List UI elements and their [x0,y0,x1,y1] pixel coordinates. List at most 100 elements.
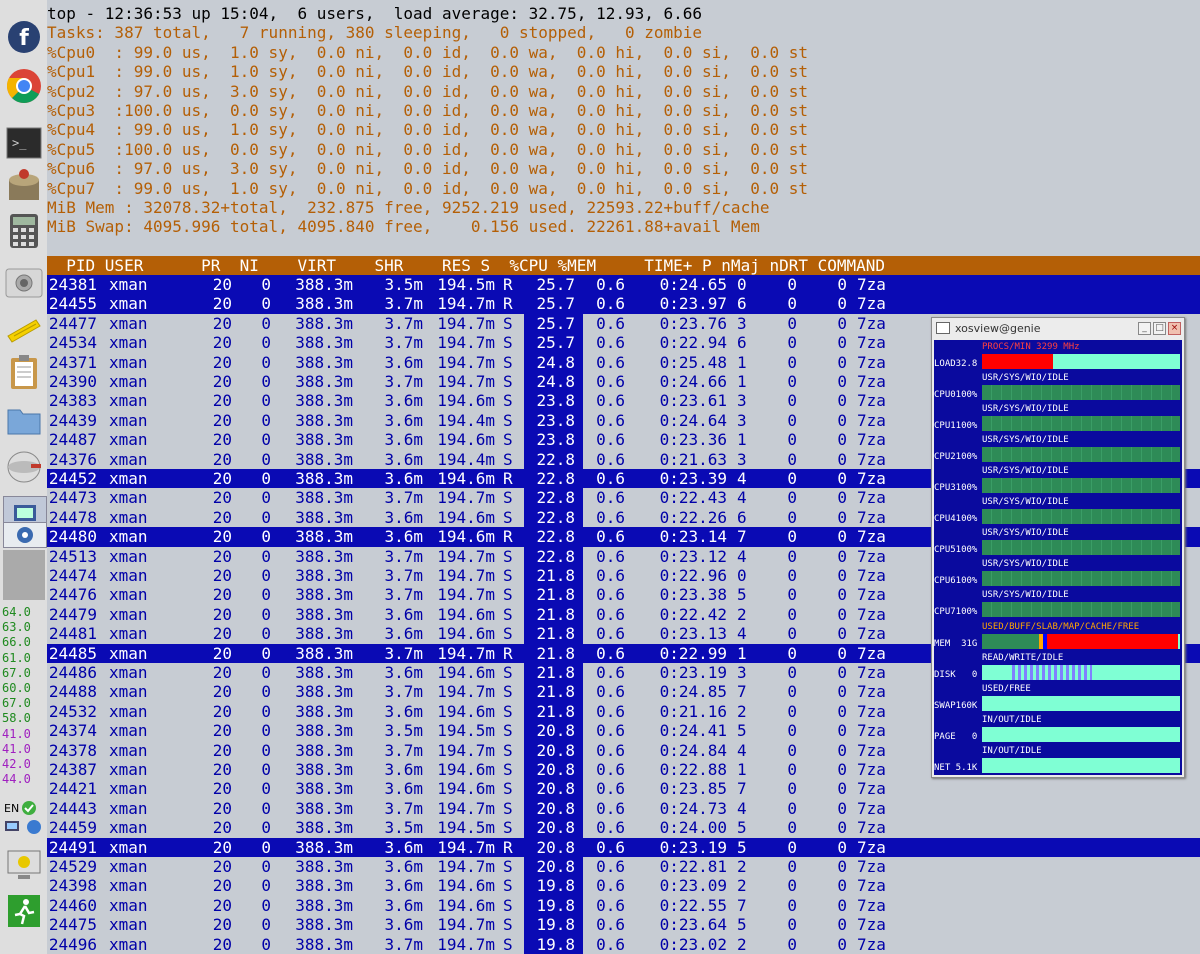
process-pr-cell: 20 [212,604,232,624]
process-ndrt-cell: 0 [837,585,847,605]
terminal-icon[interactable]: >_ [3,126,45,160]
cpu-meter [982,571,1180,586]
process-s-cell: R [503,527,513,547]
clipboard-icon[interactable] [3,355,45,389]
process-user-cell: xman [109,643,148,663]
process-time-cell: 0:22.55 [659,895,727,915]
process-ndrt-cell: 0 [837,294,847,314]
process-pid-cell: 24478 [48,507,97,527]
process-ni-cell: 0 [261,895,271,915]
process-cmd-cell: 7za [857,469,886,488]
process-pid-cell: 24398 [48,876,97,896]
cpu-line: %Cpu2 : 97.0 us, 3.0 sy, 0.0 ni, 0.0 id,… [47,82,808,101]
process-res-cell: 194.7m [437,585,495,605]
process-user-cell: xman [109,663,148,682]
process-pid-cell: 24491 [48,837,97,857]
xosview-titlebar[interactable]: xosview@genie _ □ × [932,318,1184,338]
process-cpu-cell: 22.8 [536,449,575,469]
package-manager-icon[interactable] [3,168,45,202]
language-indicator[interactable]: EN [4,800,37,816]
fedora-icon[interactable]: f [3,20,45,54]
process-ndrt-cell: 0 [837,313,847,333]
camera-icon[interactable] [3,264,45,298]
process-pid-cell: 24387 [48,760,97,779]
process-cmd-cell: 7za [857,624,886,644]
calculator-icon[interactable] [3,214,45,248]
process-ni-cell: 0 [261,876,271,896]
logout-icon[interactable] [3,894,45,928]
process-virt-cell: 388.3m [295,663,353,682]
process-user-cell: xman [109,740,148,760]
network-disc-icon[interactable] [3,450,45,484]
process-row: 24460 xman 20 0 388.3m 3.6m 194.6m S 19.8 0.6 0:22… [47,896,1200,915]
process-s-cell: S [503,876,513,896]
process-cpu-cell: 22.8 [536,546,575,566]
process-s-cell: S [503,585,513,605]
maximize-button[interactable]: □ [1153,321,1166,335]
process-res-cell: 194.7m [437,857,495,876]
cpu-meter-label: CPU6100% [934,576,978,586]
process-cmd-cell: 7za [857,934,886,954]
process-p-cell: 3 [737,449,747,469]
process-pr-cell: 20 [212,876,232,896]
process-pid-cell: 24475 [48,915,97,935]
process-s-cell: S [503,760,513,779]
close-button[interactable]: × [1168,321,1181,335]
process-cmd-cell: 7za [857,391,886,411]
process-res-cell: 194.7m [437,566,495,585]
process-cpu-cell: 23.8 [536,391,575,411]
process-virt-cell: 388.3m [295,643,353,663]
process-ni-cell: 0 [261,275,271,294]
process-user-cell: xman [109,624,148,644]
process-virt-cell: 388.3m [295,604,353,624]
process-pr-cell: 20 [212,275,232,294]
notes-icon[interactable] [3,312,45,346]
cpu-line: %Cpu6 : 97.0 us, 3.0 sy, 0.0 ni, 0.0 id,… [47,159,808,178]
process-virt-cell: 388.3m [295,624,353,644]
process-cpu-cell: 21.8 [536,585,575,605]
process-pid-cell: 24481 [48,624,97,644]
process-p-cell: 0 [737,566,747,585]
process-s-cell: S [503,313,513,333]
process-mem-cell: 0.6 [596,469,625,488]
minimize-button[interactable]: _ [1138,321,1151,335]
process-virt-cell: 388.3m [295,876,353,896]
window-menu-icon[interactable] [936,322,950,334]
xosview-window[interactable]: xosview@genie _ □ × PROCS/MIN 3299 MHz L… [931,317,1185,778]
process-ni-cell: 0 [261,507,271,527]
cpu-legend: USR/SYS/WIO/IDLE [982,559,1069,569]
process-res-cell: 194.5m [437,721,495,741]
process-virt-cell: 388.3m [295,507,353,527]
process-ndrt-cell: 0 [837,546,847,566]
process-time-cell: 0:22.42 [659,604,727,624]
process-cmd-cell: 7za [857,798,886,818]
process-mem-cell: 0.6 [596,604,625,624]
process-mem-cell: 0.6 [596,449,625,469]
process-pid-cell: 24477 [48,313,97,333]
process-shr-cell: 3.5m [384,721,423,741]
chrome-icon[interactable] [3,69,45,103]
process-cmd-cell: 7za [857,410,886,430]
process-row: 24475 xman 20 0 388.3m 3.6m 194.7m S 19.8 0.6 0:23… [47,915,1200,934]
monitor-icon[interactable] [3,848,45,882]
network-status-icon[interactable] [4,818,44,840]
temp-reading: 63.0 [2,620,31,635]
process-ni-cell: 0 [261,760,271,779]
process-user-cell: xman [109,469,148,488]
process-ni-cell: 0 [261,721,271,741]
folder-icon[interactable] [3,403,45,437]
process-ndrt-cell: 0 [837,527,847,547]
process-ndrt-cell: 0 [837,740,847,760]
cpu-meter [982,540,1180,555]
process-s-cell: S [503,740,513,760]
process-virt-cell: 388.3m [295,372,353,391]
process-user-cell: xman [109,372,148,391]
process-ndrt-cell: 0 [837,352,847,372]
process-user-cell: xman [109,391,148,411]
process-s-cell: R [503,469,513,488]
process-virt-cell: 388.3m [295,721,353,741]
process-shr-cell: 3.7m [384,740,423,760]
cpu-legend: USR/SYS/WIO/IDLE [982,497,1069,507]
remote-desktop-icon[interactable] [3,522,47,548]
process-mem-cell: 0.6 [596,507,625,527]
